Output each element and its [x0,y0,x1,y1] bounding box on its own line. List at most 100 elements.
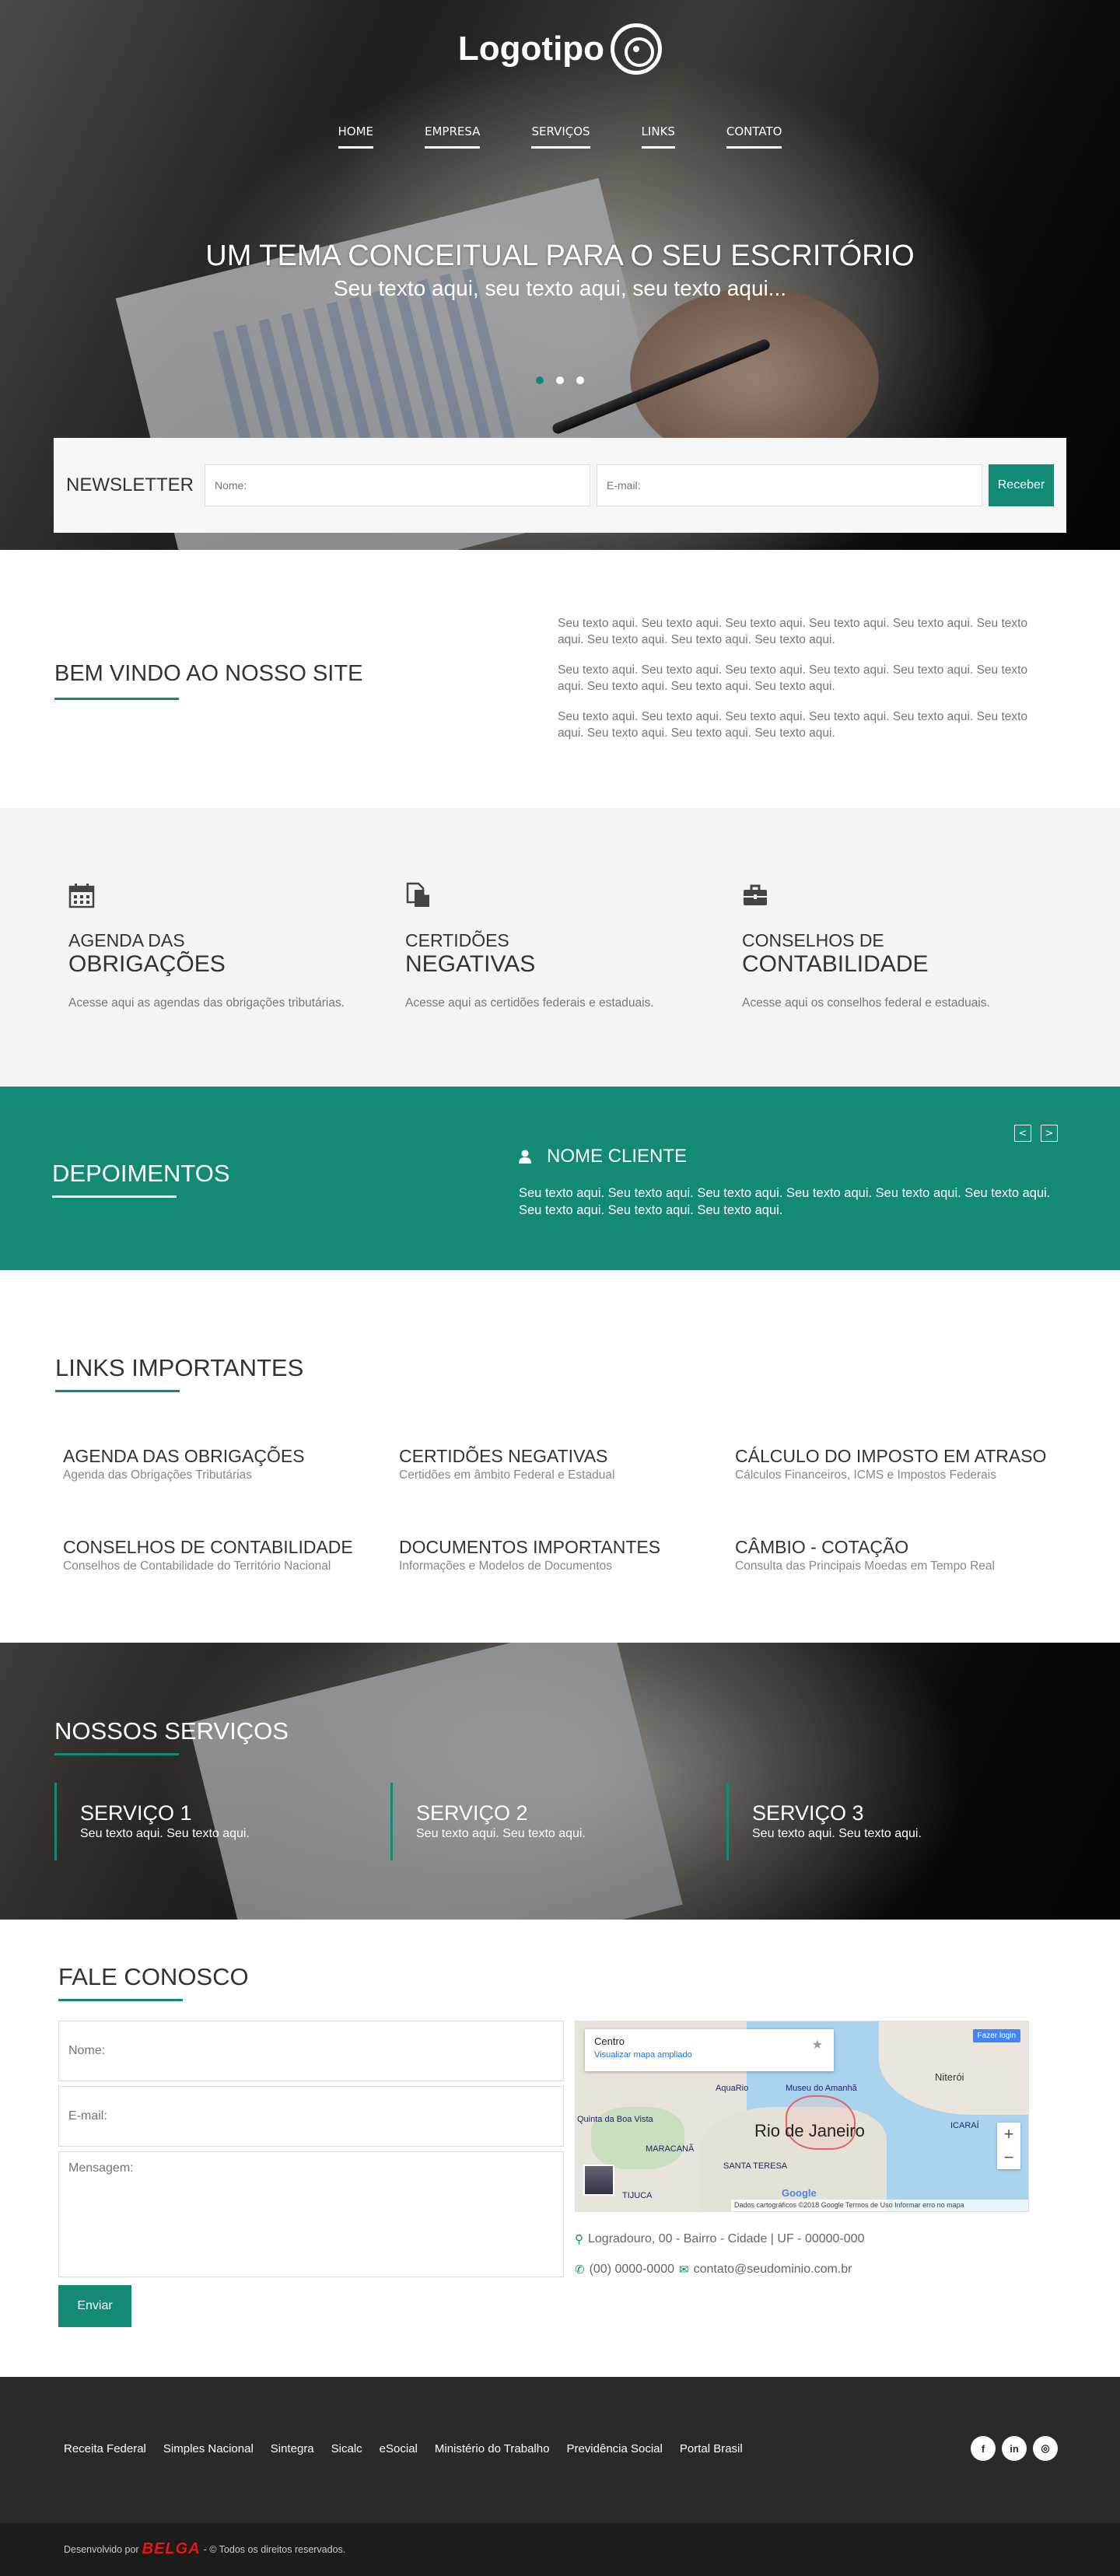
link-item[interactable]: CÁLCULO DO IMPOSTO EM ATRASO Cálculos Fi… [735,1446,1062,1482]
footer-link[interactable]: Ministério do Trabalho [435,2442,550,2455]
map-zoom-controls: + − [997,2123,1020,2169]
phone-text: (00) 0000-0000 [589,2263,674,2276]
link-description: Cálculos Financeiros, ICMS e Impostos Fe… [735,1468,996,1482]
testimonial-name: NOME CLIENTE [547,1146,688,1167]
footer-bottom-bar: Desenvolvido por BELGA - © Todos os dire… [0,2523,1120,2576]
contact-name-input[interactable] [58,2021,564,2081]
documents-icon [406,882,429,907]
map-label: ICARAÍ [950,2121,979,2130]
nav-contato[interactable]: CONTATO [726,124,782,149]
newsletter-label: NEWSLETTER [66,474,194,495]
link-item[interactable]: CERTIDÕES NEGATIVAS Certidões em âmbito … [399,1446,726,1482]
link-item[interactable]: AGENDA DAS OBRIGAÇÕES Agenda das Obrigaç… [63,1446,390,1482]
title-underline [52,1195,177,1198]
email-text[interactable]: contato@seudominio.com.br [694,2263,852,2277]
zoom-out-button[interactable]: − [997,2146,1020,2169]
link-item[interactable]: CÂMBIO - COTAÇÃO Consulta das Principais… [735,1537,1062,1573]
slider-dots [0,376,1120,384]
map-label: AquaRio [716,2084,749,2093]
service-card[interactable]: SERVIÇO 2 Seu texto aqui. Seu texto aqui… [390,1783,686,1860]
map-label: TIJUCA [622,2191,653,2200]
footer-link[interactable]: Receita Federal [64,2442,146,2455]
map-attribution: Dados cartográficos ©2018 Google Termos … [731,2200,1028,2211]
nav-empresa[interactable]: EMPRESA [425,124,481,149]
testimonial-author: NOME CLIENTE [519,1146,687,1167]
nav-home[interactable]: HOME [338,124,374,149]
testimonials-section: DEPOIMENTOS < > NOME CLIENTE Seu texto a… [0,1087,1120,1270]
credits: Desenvolvido por BELGA - © Todos os dire… [64,2540,345,2558]
feature-title-line2: NEGATIVAS [405,951,536,977]
next-arrow-icon[interactable]: > [1041,1125,1058,1142]
links-section: LINKS IMPORTANTES AGENDA DAS OBRIGAÇÕES … [0,1270,1120,1643]
link-item[interactable]: CONSELHOS DE CONTABILIDADE Conselhos de … [63,1537,390,1573]
footer-link[interactable]: Simples Nacional [163,2442,254,2455]
slider-dot-3[interactable] [576,376,584,384]
footer-link[interactable]: Sicalc [331,2442,362,2455]
logo[interactable]: Logotipo [0,23,1120,75]
nav-links[interactable]: LINKS [641,124,675,149]
feature-title-line1: CONSELHOS DE [742,930,884,950]
map-label: Museu do Amanhã [786,2084,857,2093]
slider-dot-2[interactable] [556,376,564,384]
link-description: Agenda das Obrigações Tributárias [63,1468,252,1482]
address-text: Logradouro, 00 - Bairro - Cidade | UF - … [588,2232,865,2245]
envelope-icon: ✉ [679,2263,689,2277]
service-title: SERVIÇO 3 [752,1801,864,1825]
service-title: SERVIÇO 1 [80,1801,192,1825]
feature-certidoes[interactable]: CERTIDÕES NEGATIVAS Acesse aqui as certi… [405,882,701,1011]
newsletter-name-input[interactable] [205,464,590,506]
feature-description: Acesse aqui as certidões federais e esta… [405,996,654,1010]
link-item[interactable]: DOCUMENTOS IMPORTANTES Informações e Mod… [399,1537,726,1573]
google-map[interactable]: Rio de Janeiro Niterói ICARAÍ MARACANÃ S… [575,2021,1029,2212]
map-place-card: Centro Visualizar mapa ampliado ★ [585,2029,834,2071]
zoom-in-button[interactable]: + [997,2123,1020,2146]
hero-banner: Logotipo HOME EMPRESA SERVIÇOS LINKS CON… [0,0,1120,550]
map-label: Quinta da Boa Vista [577,2115,653,2124]
nav-servicos[interactable]: SERVIÇOS [531,124,590,149]
feature-description: Acesse aqui os conselhos federal e estad… [742,996,990,1010]
newsletter-form: NEWSLETTER Receber [54,438,1066,533]
title-underline [55,1390,180,1392]
map-marker-icon: ⚲ [575,2233,583,2246]
map-login-button[interactable]: Fazer login [972,2029,1020,2042]
footer-link[interactable]: Sintegra [271,2442,314,2455]
facebook-icon[interactable]: f [971,2436,996,2461]
contact-title: FALE CONOSCO [58,1963,249,1990]
feature-agenda[interactable]: AGENDA DAS OBRIGAÇÕES Acesse aqui as age… [68,882,364,1011]
link-description: Consulta das Principais Moedas em Tempo … [735,1559,995,1573]
service-card[interactable]: SERVIÇO 3 Seu texto aqui. Seu texto aqui… [726,1783,1022,1860]
link-description: Certidões em âmbito Federal e Estadual [399,1468,615,1482]
newsletter-email-input[interactable] [597,464,982,506]
feature-title-line1: AGENDA DAS [68,930,185,950]
logo-target-icon [611,23,663,75]
link-title: CERTIDÕES NEGATIVAS [399,1446,608,1466]
service-card[interactable]: SERVIÇO 1 Seu texto aqui. Seu texto aqui… [54,1783,350,1860]
service-description: Seu texto aqui. Seu texto aqui. [80,1827,250,1840]
credits-suffix: - © Todos os direitos reservados. [203,2543,346,2555]
feature-conselhos[interactable]: CONSELHOS DE CONTABILIDADE Acesse aqui o… [742,882,1038,1011]
slider-dot-1[interactable] [536,376,544,384]
map-satellite-toggle[interactable] [583,2165,614,2196]
prev-arrow-icon[interactable]: < [1014,1125,1031,1142]
logo-text: Logotipo [457,30,605,68]
link-title: CÂMBIO - COTAÇÃO [735,1537,909,1557]
linkedin-icon[interactable]: in [1002,2436,1027,2461]
newsletter-submit-button[interactable]: Receber [989,464,1054,506]
briefcase-icon [744,884,767,905]
contact-email-input[interactable] [58,2086,564,2147]
footer-links: Receita Federal Simples Nacional Sintegr… [64,2442,743,2455]
title-underline [54,698,179,700]
welcome-text: Seu texto aqui. Seu texto aqui. Seu text… [558,615,1054,755]
developer-logo[interactable]: BELGA [142,2540,201,2558]
contact-submit-button[interactable]: Enviar [58,2285,131,2327]
contact-phone-email: ✆ (00) 0000-0000 ✉ contato@seudominio.co… [575,2263,852,2277]
contact-message-input[interactable] [58,2151,564,2277]
map-enlarge-link[interactable]: Visualizar mapa ampliado [594,2050,824,2060]
footer-link[interactable]: eSocial [380,2442,418,2455]
star-icon[interactable]: ★ [812,2037,823,2052]
social-links: f in ◎ [971,2436,1058,2461]
instagram-icon[interactable]: ◎ [1033,2436,1058,2461]
contact-section: FALE CONOSCO Enviar Rio de Janeiro Niter… [0,1920,1120,2377]
footer-link[interactable]: Portal Brasil [680,2442,743,2455]
footer-link[interactable]: Previdência Social [566,2442,662,2455]
